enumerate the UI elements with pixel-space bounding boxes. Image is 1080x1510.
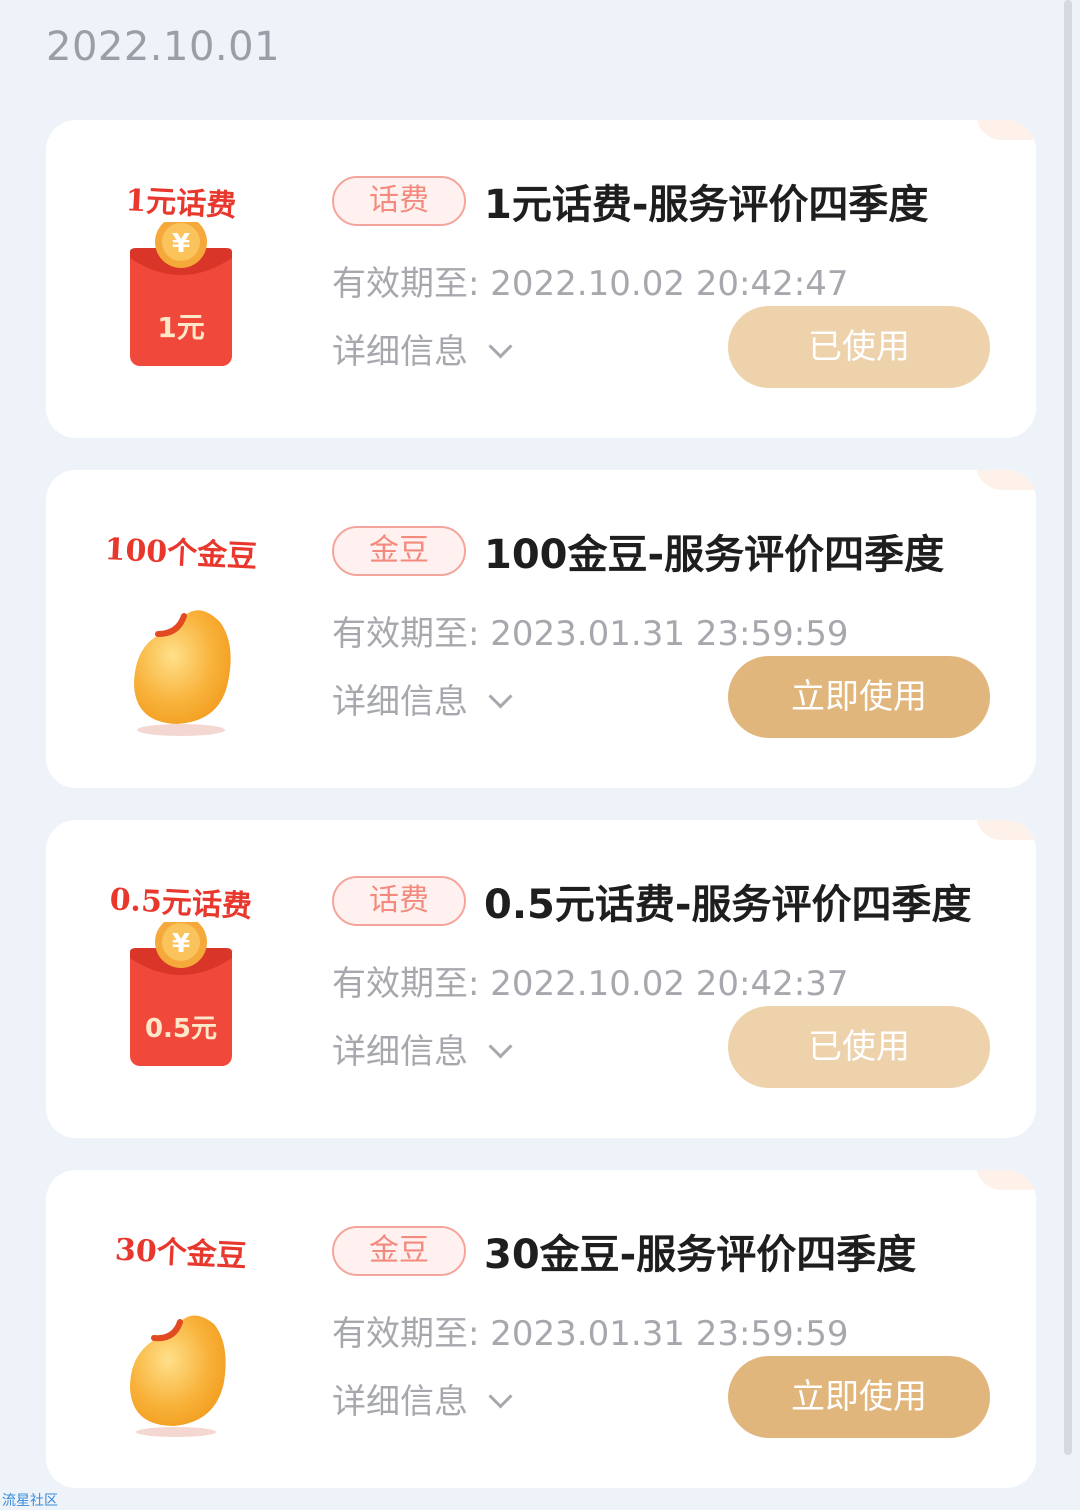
used-button[interactable]: 已使用 bbox=[728, 1006, 990, 1088]
details-toggle[interactable]: 详细信息 bbox=[332, 674, 513, 723]
use-now-button[interactable]: 立即使用 bbox=[728, 1356, 990, 1438]
thumbnail-label: 1元话费 bbox=[124, 183, 238, 224]
use-now-button[interactable]: 立即使用 bbox=[728, 656, 990, 738]
gold-bean-icon bbox=[130, 1315, 226, 1437]
coupon-thumbnail: 100个金豆 bbox=[96, 528, 266, 738]
scrollbar[interactable] bbox=[1064, 0, 1072, 1455]
details-toggle[interactable]: 详细信息 bbox=[332, 1024, 513, 1073]
coupon-card[interactable]: 1元话费 ¥ 1元 话费 1元话费-服务评价四季度 有效期至: 2022.10.… bbox=[46, 120, 1036, 438]
coupon-validity: 有效期至: 2023.01.31 23:59:59 bbox=[332, 1314, 849, 1354]
coupon-tag: 话费 bbox=[332, 176, 466, 226]
details-toggle[interactable]: 详细信息 bbox=[332, 1374, 513, 1423]
coupon-tag: 话费 bbox=[332, 876, 466, 926]
red-packet-amount: 1元 bbox=[157, 311, 204, 344]
thumbnail-label: 100个金豆 bbox=[103, 532, 258, 575]
gold-bean-icon bbox=[134, 610, 231, 736]
coupon-title: 30金豆-服务评价四季度 bbox=[484, 1232, 917, 1278]
coupon-validity: 有效期至: 2022.10.02 20:42:37 bbox=[332, 964, 849, 1004]
validity-date: 2022.10.02 20:42:47 bbox=[490, 264, 849, 304]
chevron-down-icon bbox=[488, 334, 513, 359]
coupon-title: 100金豆-服务评价四季度 bbox=[484, 532, 945, 578]
coupon-thumbnail: 1元话费 ¥ 1元 bbox=[96, 178, 266, 388]
coupon-title: 1元话费-服务评价四季度 bbox=[484, 182, 929, 228]
svg-text:¥: ¥ bbox=[172, 229, 190, 259]
thumbnail-label: 0.5元话费 bbox=[108, 882, 253, 925]
coupon-thumbnail: 30个金豆 bbox=[96, 1228, 266, 1438]
coupon-tag: 金豆 bbox=[332, 1226, 466, 1276]
validity-date: 2022.10.02 20:42:37 bbox=[490, 964, 849, 1004]
coupon-validity: 有效期至: 2022.10.02 20:42:47 bbox=[332, 264, 849, 304]
coupon-tag: 金豆 bbox=[332, 526, 466, 576]
red-packet-icon: ¥ 1元 bbox=[130, 222, 232, 366]
red-packet-icon: ¥ 0.5元 bbox=[130, 922, 232, 1066]
coupon-card[interactable]: 30个金豆 金豆 30金豆-服务评价四季度 有效期至: 2023.01.31 2… bbox=[46, 1170, 1036, 1488]
svg-text:¥: ¥ bbox=[172, 929, 190, 959]
coupon-thumbnail: 0.5元话费 ¥ 0.5元 bbox=[96, 878, 266, 1088]
coupon-history-page: 2022.10.01 1元话费 ¥ 1元 话费 1元话费-服务评价四季度 有效期… bbox=[0, 0, 1080, 1510]
coupon-card[interactable]: 100个金豆 金豆 100金豆-服务评价四季度 有效期至: 2023.01.31… bbox=[46, 470, 1036, 788]
coupon-card[interactable]: 0.5元话费 ¥ 0.5元 话费 0.5元话费-服务评价四季度 有效期至: 20… bbox=[46, 820, 1036, 1138]
chevron-down-icon bbox=[488, 1384, 513, 1409]
coupon-title: 0.5元话费-服务评价四季度 bbox=[484, 882, 972, 928]
validity-date: 2023.01.31 23:59:59 bbox=[490, 1314, 849, 1354]
used-button[interactable]: 已使用 bbox=[728, 306, 990, 388]
coupon-validity: 有效期至: 2023.01.31 23:59:59 bbox=[332, 614, 849, 654]
validity-date: 2023.01.31 23:59:59 bbox=[490, 614, 849, 654]
watermark: 流星社区 bbox=[2, 1493, 58, 1509]
thumbnail-label: 30个金豆 bbox=[114, 1232, 248, 1275]
chevron-down-icon bbox=[488, 1034, 513, 1059]
date-header: 2022.10.01 bbox=[46, 24, 281, 70]
details-toggle[interactable]: 详细信息 bbox=[332, 324, 513, 373]
chevron-down-icon bbox=[488, 684, 513, 709]
red-packet-amount: 0.5元 bbox=[145, 1014, 217, 1044]
